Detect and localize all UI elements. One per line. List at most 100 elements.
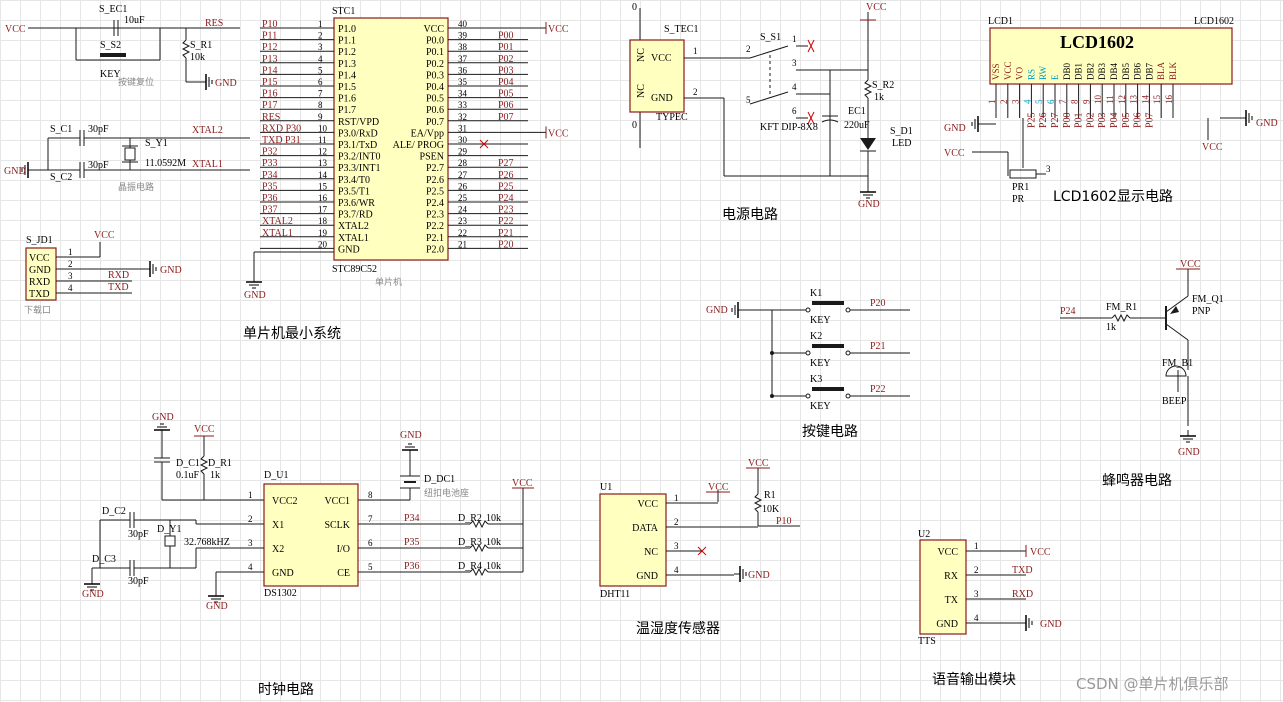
mcu-pin-name: P0.0 [426,36,444,47]
mcu-net-label: P14 [262,65,278,76]
lcd1602-circuit: LCD1 LCD1602 LCD1602 VSS 1 VCC 2 VO 3 RS 4 P25 RW… [944,16,1278,205]
crystal-gnd: GND [4,166,26,177]
lcd-net: P01 [1074,112,1085,128]
buzzer-type: BEEP [1162,396,1187,407]
caption-power: 电源电路 [722,207,778,223]
power-zero-1: 0 [632,2,637,13]
crystal-xtal2: XTAL2 [192,125,223,136]
clock-gnd-top: GND [152,412,174,423]
mcu-net-label: P23 [498,205,514,216]
ds-pin-num: 3 [248,538,253,548]
lcd-pin-num: 15 [1152,95,1162,105]
clock-vcc: VCC [194,424,215,435]
mcu-pin-name: P3.4/T0 [338,175,370,186]
vcc-label: VCC [5,24,26,35]
dht11-circuit: U1 DHT11 VCC1DATA2NC3GND4 VCC VCC R1 10K… [599,458,800,600]
mcu-net-label: P21 [498,228,514,239]
mcu-net-label: P15 [262,77,278,88]
download-num-3: 3 [68,271,73,281]
ds-pin-name: GND [272,568,294,579]
lcd-pin-num: 11 [1105,95,1115,104]
lcd-pin-num: 6 [1046,99,1056,104]
dht-gnd: GND [748,570,770,581]
lcd-pin-name: E [1050,74,1060,80]
mcu-pin-num: 24 [458,205,468,215]
lcd-pin-num: 13 [1129,95,1139,105]
keys-gnd: GND [706,305,728,316]
schematic-canvas: VCC S_EC1 10uF S_S2 KEY 按键复位 S_R1 10k GN… [4,2,1278,698]
mcu-pin-name: P1.1 [338,36,356,47]
caption-mcu: 单片机最小系统 [243,326,341,342]
mcu-pin-name: XTAL2 [338,221,369,232]
lcd-pin-num: 16 [1164,95,1174,105]
buzzer-vcc: VCC [1180,259,1201,270]
mcu-net-label: P10 [262,19,278,30]
lcd-pin-name: DB7 [1144,62,1154,80]
reset-circuit: VCC S_EC1 10uF S_S2 KEY 按键复位 S_R1 10k GN… [5,4,240,91]
mcu-pin-name: P0.7 [426,117,444,128]
mcu-net-label: P01 [498,42,514,53]
keys-circuit: GND K1 KEY P20 K2 KEY P21 K3 KEY P22 [706,288,910,412]
mcu-pin-num: 12 [318,147,327,157]
reset-res-ref: S_R1 [190,40,212,51]
lcd-vcc: VCC [944,148,965,159]
mcu-pin-num: 20 [318,239,328,249]
caption-buzzer: 蜂鸣器电路 [1102,472,1172,489]
mcu-ref: STC1 [332,6,355,17]
mcu-pin-name: P0.2 [426,59,444,70]
dht-pin-num: 2 [674,517,679,527]
crystal-c1-ref: S_C1 [50,124,72,135]
ds-res-ref: D_R2 [458,513,482,524]
buzzer-res-val: 1k [1106,322,1116,333]
mcu-net-label: P04 [498,77,514,88]
mcu-net-label: XTAL2 [262,216,293,227]
mcu-pin-name: P1.7 [338,105,356,116]
mcu-pin-name: P3.7/RD [338,210,373,221]
key-net: P20 [870,298,886,309]
mcu-note: 单片机 [375,276,402,288]
reset-net: RES [205,18,223,29]
download-pin-1: VCC [29,253,50,264]
ds-pin-name: X2 [272,544,284,555]
mcu-pin-name: P3.2/INT0 [338,152,381,163]
clock-c3-val: 30pF [128,576,149,587]
power-sw-2: 2 [746,44,751,54]
ds-pin-name: CE [337,568,350,579]
mcu-pin-name: P3.0/RxD [338,128,378,139]
lcd-ref: LCD1 [988,16,1013,27]
lcd-pin-num: 9 [1081,99,1091,104]
download-ref: S_JD1 [26,235,53,246]
ds-net: P34 [404,513,420,524]
mcu-pin-num: 29 [458,147,468,157]
lcd-pin-num: 4 [1022,99,1032,104]
download-port: S_JD1 VCC GND RXD TXD 1 2 3 4 VCC GND RX… [24,230,182,316]
lcd-pin-num: 12 [1117,95,1127,104]
mcu-pin-num: 31 [458,123,467,133]
crystal-xtal1: XTAL1 [192,159,223,170]
clock-bat-ref: D_DC1 [424,474,455,485]
power-nc-2: NC [636,84,647,98]
clock-c2-val: 30pF [128,529,149,540]
ds-pin-num: 4 [248,562,253,572]
mcu-pin-num: 26 [458,181,468,191]
mcu-pin-name: P2.7 [426,163,444,174]
mcu-pin-num: 25 [458,193,468,203]
dht-part: DHT11 [600,589,630,600]
lcd-pin-name: BLA [1156,61,1166,80]
key-ref: K2 [810,331,822,342]
mcu-pin-name: P2.2 [426,221,444,232]
lcd-net: P25 [1026,112,1037,128]
mcu-pin-num: 30 [458,135,468,145]
crystal-circuit: S_C1 30pF S_C2 30pF S_Y1 11.0592M 晶振电路 G… [4,124,250,193]
buzzer-gnd: GND [1178,447,1200,458]
ds-pin-name: VCC2 [272,496,298,507]
mcu-pin-num: 38 [458,42,468,52]
mcu-pin-name: P3.5/T1 [338,186,370,197]
mcu-pin-num: 21 [458,239,467,249]
mcu-net-label: VCC [548,24,569,35]
mcu-pin-num: 15 [318,181,328,191]
power-sw-4: 4 [792,82,797,92]
lcd-pin-num: 3 [1011,99,1021,104]
reset-key-ref: S_S2 [100,40,121,51]
mcu-net-label: P35 [262,181,278,192]
